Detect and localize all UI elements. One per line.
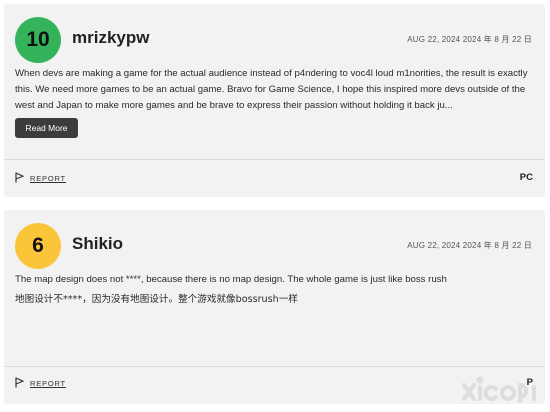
divider	[4, 159, 545, 160]
report-link[interactable]: REPORT	[15, 172, 66, 185]
watermark-logo	[458, 365, 544, 407]
review-text-translation: 地图设计不****，因为没有地图设计。整个游戏就像bossrush一样	[15, 294, 298, 305]
platform-label: PC	[519, 172, 533, 183]
metascore-badge: 10	[15, 17, 61, 63]
report-link[interactable]: REPORT	[15, 377, 66, 390]
read-more-button[interactable]: Read More	[15, 118, 78, 138]
report-label[interactable]: REPORT	[30, 174, 66, 183]
reviewer-name[interactable]: Shikio	[72, 234, 123, 254]
review-text: When devs are making a game for the actu…	[15, 68, 528, 111]
reviewer-name[interactable]: mrizkypw	[72, 28, 149, 48]
review-text-block: The map design does not ****, because th…	[15, 272, 534, 308]
review-header: 6 Shikio AUG 22, 2024 2024 年 8 月 22 日	[15, 223, 534, 271]
review-text: The map design does not ****, because th…	[15, 274, 447, 285]
review-card: 10 mrizkypw AUG 22, 2024 2024 年 8 月 22 日…	[4, 4, 545, 197]
review-date: AUG 22, 2024 2024 年 8 月 22 日	[407, 241, 532, 250]
report-label[interactable]: REPORT	[30, 379, 66, 388]
metascore-badge: 6	[15, 223, 61, 269]
flag-icon	[15, 377, 25, 390]
flag-icon	[15, 172, 25, 185]
review-header: 10 mrizkypw AUG 22, 2024 2024 年 8 月 22 日	[15, 17, 534, 65]
review-date: AUG 22, 2024 2024 年 8 月 22 日	[407, 35, 532, 44]
